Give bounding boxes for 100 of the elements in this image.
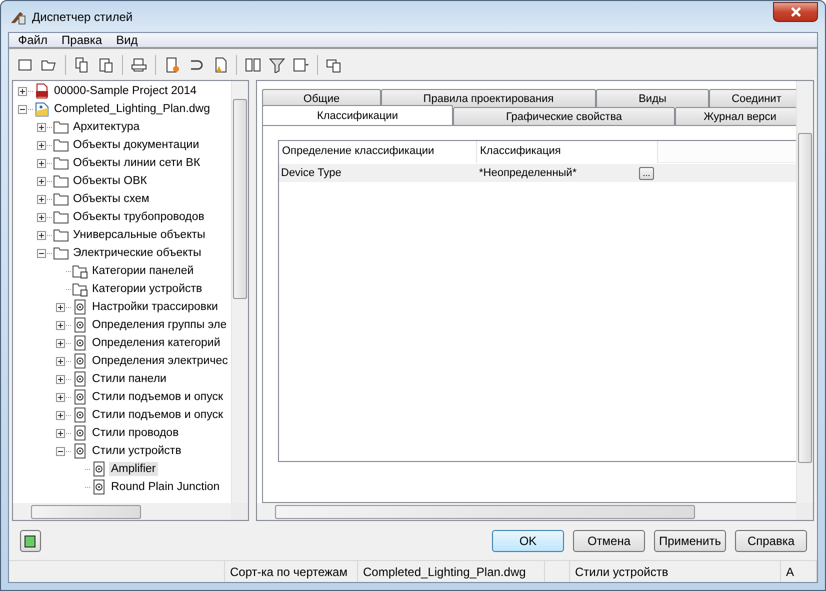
tree-item[interactable]: Объекты схем	[71, 192, 152, 206]
device-style-icon	[72, 317, 88, 333]
device-style-icon	[72, 353, 88, 369]
scroll-thumb[interactable]	[31, 504, 141, 518]
folder-icon	[53, 119, 69, 135]
folder-icon	[72, 281, 88, 297]
expand-icon[interactable]	[56, 320, 64, 330]
table-cell-text: *Неопределенный*	[478, 167, 578, 179]
tree-item[interactable]: Стили подъемов и опуск	[90, 390, 225, 404]
expand-icon[interactable]	[56, 356, 64, 366]
tree-item[interactable]: Определения группы эле	[90, 318, 229, 332]
drawing-file-icon	[34, 101, 50, 117]
expand-icon[interactable]	[36, 140, 46, 150]
collapse-icon[interactable]	[18, 104, 26, 114]
tree-item[interactable]: Определения категорий	[90, 336, 222, 350]
device-style-icon	[72, 389, 88, 405]
expand-icon[interactable]	[36, 230, 46, 240]
tree-item[interactable]: Объекты документации	[71, 138, 202, 152]
collapse-icon[interactable]	[36, 248, 46, 258]
tree-item[interactable]: Универсальные объекты	[71, 228, 208, 242]
tree-item[interactable]: Настройки трассировки	[90, 300, 220, 314]
tree-item[interactable]: Стили проводов	[90, 426, 181, 440]
device-style-icon	[72, 425, 88, 441]
export-icon	[24, 534, 38, 548]
device-style-icon	[72, 443, 88, 459]
dialog-button[interactable]: Отмена	[573, 530, 645, 552]
tree-item[interactable]: Amplifier	[109, 462, 158, 476]
export-button[interactable]	[20, 530, 41, 552]
dialog-button[interactable]: Справка	[735, 530, 807, 552]
tree-item[interactable]: Определения электричес	[90, 354, 230, 368]
tree-item[interactable]: Архитектура	[71, 120, 142, 134]
status-text: Сорт-ка по чертежам	[225, 561, 358, 582]
collapse-icon[interactable]	[56, 446, 64, 456]
tab[interactable]: Журнал верси	[675, 107, 796, 125]
expand-icon[interactable]	[36, 176, 46, 186]
status-text: Стили устройств	[570, 561, 781, 582]
device-style-icon	[72, 371, 88, 387]
table-cell-text: Device Type	[280, 167, 342, 179]
window-title: Диспетчер стилей	[32, 10, 134, 24]
tree-item[interactable]: Объекты трубопроводов	[71, 210, 206, 224]
scroll-thumb[interactable]	[275, 504, 695, 518]
expand-icon[interactable]	[36, 212, 46, 222]
expand-icon[interactable]	[56, 374, 64, 384]
folder-icon	[53, 209, 69, 225]
tree-item[interactable]: 00000-Sample Project 2014	[52, 84, 199, 98]
folder-icon	[53, 245, 69, 261]
tree-item[interactable]: Объекты линии сети ВК	[71, 156, 202, 170]
scrollbar[interactable]	[257, 503, 796, 520]
expand-icon[interactable]	[36, 158, 46, 168]
dialog-button[interactable]: OK	[492, 530, 564, 552]
scroll-thumb[interactable]	[233, 99, 247, 299]
expand-icon[interactable]	[56, 410, 64, 420]
tree-item[interactable]: Категории панелей	[90, 264, 196, 278]
close-icon	[790, 6, 802, 16]
folder-icon	[53, 173, 69, 189]
tree-item[interactable]: Электрические объекты	[71, 246, 204, 260]
folder-icon	[72, 263, 88, 279]
dialog-button[interactable]: Применить	[654, 530, 726, 552]
device-style-icon	[91, 461, 107, 477]
tab[interactable]: Виды	[596, 89, 709, 107]
tree-item[interactable]: Round Plain Junction	[109, 480, 222, 494]
status-text: Completed_Lighting_Plan.dwg	[358, 561, 545, 582]
expand-icon[interactable]	[56, 302, 64, 312]
tree-item[interactable]: Стили устройств	[90, 444, 184, 458]
close-button[interactable]	[773, 2, 818, 22]
column-header[interactable]: Определение классификации	[279, 141, 477, 163]
menu-item[interactable]: Вид	[109, 33, 145, 47]
expand-icon[interactable]	[36, 194, 46, 204]
tab[interactable]: Графические свойства	[453, 107, 675, 125]
status-text: A	[781, 561, 817, 582]
scrollbar-corner	[796, 503, 813, 520]
scrollbar[interactable]	[231, 81, 248, 503]
folder-icon	[53, 155, 69, 171]
device-style-icon	[91, 479, 107, 495]
tree-item[interactable]: Completed_Lighting_Plan.dwg	[52, 102, 212, 116]
project-file-icon	[34, 83, 50, 99]
tab[interactable]: Соединит	[709, 89, 796, 107]
folder-icon	[53, 137, 69, 153]
device-style-icon	[72, 299, 88, 315]
tree-item[interactable]: Объекты ОВК	[71, 174, 149, 188]
folder-icon	[53, 227, 69, 243]
scrollbar[interactable]	[796, 81, 813, 503]
tab[interactable]: Классификации	[262, 105, 453, 125]
scroll-thumb[interactable]	[798, 133, 812, 463]
expand-icon[interactable]	[18, 86, 26, 96]
menu-item[interactable]: Правка	[54, 33, 110, 47]
expand-icon[interactable]	[36, 122, 46, 132]
expand-icon[interactable]	[56, 338, 64, 348]
device-style-icon	[72, 407, 88, 423]
scrollbar-corner	[231, 503, 248, 520]
menu-item[interactable]: Файл	[11, 33, 55, 47]
tree-item[interactable]: Категории устройств	[90, 282, 204, 296]
browse-button[interactable]: ...	[639, 166, 654, 180]
scrollbar[interactable]	[13, 503, 231, 520]
tab[interactable]: Правила проектирования	[381, 89, 596, 107]
tree-item[interactable]: Стили панели	[90, 372, 168, 386]
expand-icon[interactable]	[56, 392, 64, 402]
expand-icon[interactable]	[56, 428, 64, 438]
tree-item[interactable]: Стили подъемов и опуск	[90, 408, 225, 422]
device-style-icon	[72, 335, 88, 351]
